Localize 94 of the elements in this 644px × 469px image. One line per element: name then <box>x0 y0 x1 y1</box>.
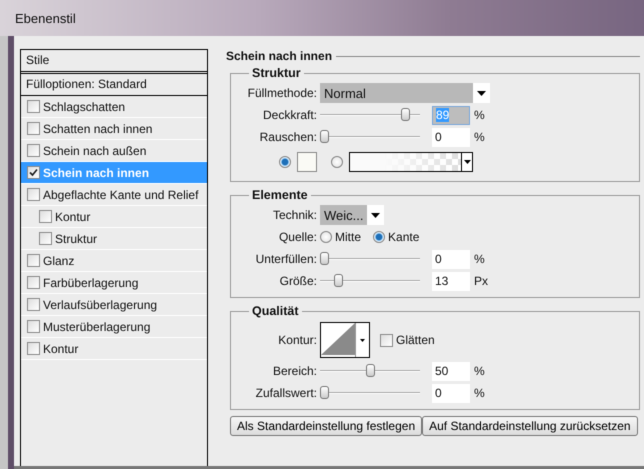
caret-icon <box>360 338 364 342</box>
field-label: Rauschen: <box>258 130 317 144</box>
checkbox[interactable] <box>27 122 40 135</box>
checkbox[interactable] <box>27 298 40 311</box>
group-title: Elemente <box>251 188 309 202</box>
dialog-button[interactable]: Auf Standardeinstellung zurücksetzen <box>422 416 638 436</box>
unit-label: % <box>474 252 485 266</box>
slider-thumb[interactable] <box>320 252 329 265</box>
field-value: 0 <box>435 130 442 144</box>
unit-label: % <box>474 386 485 400</box>
checkbox[interactable] <box>27 320 40 333</box>
technique-dropdown[interactable]: Weic... <box>320 205 384 225</box>
checkbox[interactable] <box>27 188 40 201</box>
radio-button[interactable] <box>331 156 343 168</box>
radio-button[interactable] <box>320 231 332 243</box>
number-field[interactable]: 0 <box>432 384 470 402</box>
contour-picker[interactable] <box>320 322 370 358</box>
group-title: Qualität <box>251 304 300 318</box>
style-list-item[interactable]: Struktur <box>21 228 207 250</box>
unit-label: Px <box>474 274 488 288</box>
field-label: Technik: <box>272 208 317 222</box>
checkbox[interactable] <box>39 232 52 245</box>
style-name: Farbüberlagerung <box>43 276 138 290</box>
style-list-item[interactable]: Glanz <box>21 250 207 272</box>
field-label: Zufallswert: <box>254 386 317 400</box>
list-header: Stile <box>21 50 207 74</box>
checkbox[interactable] <box>27 144 40 157</box>
field-label: Deckkraft: <box>262 108 317 122</box>
checkbox-label: Glätten <box>396 333 435 347</box>
checkbox[interactable] <box>27 342 40 355</box>
field-value: 89 <box>436 108 450 122</box>
field-value: 50 <box>435 364 448 378</box>
number-field[interactable]: 50 <box>432 362 470 380</box>
field-label: Kontur: <box>277 333 317 347</box>
number-field[interactable]: 0 <box>432 128 470 146</box>
style-list-item[interactable]: Kontur <box>21 338 207 360</box>
checkbox[interactable] <box>380 334 393 346</box>
field-label: Größe: <box>278 274 317 288</box>
style-name: Musterüberlagerung <box>43 320 150 334</box>
radio-label: Mitte <box>335 230 362 244</box>
style-list-item[interactable]: Musterüberlagerung <box>21 316 207 338</box>
checkbox[interactable] <box>27 100 40 113</box>
slider-thumb[interactable] <box>320 130 329 143</box>
slider-thumb[interactable] <box>366 364 374 377</box>
caret-icon <box>371 212 380 218</box>
radio-button[interactable] <box>279 156 291 168</box>
field-value: 0 <box>435 252 442 266</box>
slider-thumb[interactable] <box>320 386 329 399</box>
checkbox[interactable] <box>27 276 40 289</box>
field-label: Bereich: <box>272 364 317 378</box>
style-name: Kontur <box>55 210 90 224</box>
group-title: Struktur <box>251 66 302 80</box>
style-list-item[interactable]: Verlaufsüberlagerung <box>21 294 207 316</box>
style-list-item[interactable]: Kontur <box>21 206 207 228</box>
field-label: Quelle: <box>278 230 317 244</box>
style-list-item[interactable]: Schatten nach innen <box>21 118 207 140</box>
style-name: Schein nach innen <box>43 166 150 180</box>
section-title: Schein nach innen <box>225 49 332 63</box>
style-list-item[interactable]: Farbüberlagerung <box>21 272 207 294</box>
number-field[interactable]: 13 <box>432 272 470 290</box>
field-value: 0 <box>435 386 442 400</box>
window-title: Ebenenstil <box>15 10 76 26</box>
field-value: 13 <box>435 274 448 288</box>
radio-button[interactable] <box>373 231 386 243</box>
style-name: Schein nach außen <box>43 144 146 158</box>
style-name: Kontur <box>43 342 78 356</box>
field-label: Unterfüllen: <box>254 252 317 266</box>
style-name: Verlaufsüberlagerung <box>43 298 158 312</box>
slider-thumb[interactable] <box>334 274 343 287</box>
number-field[interactable]: 0 <box>432 250 470 268</box>
checkbox[interactable] <box>27 166 40 179</box>
color-swatch[interactable] <box>297 152 317 172</box>
checkbox[interactable] <box>39 210 52 223</box>
style-list-item[interactable]: Schlagschatten <box>21 96 207 118</box>
style-name: Glanz <box>43 254 74 268</box>
field-label: Füllmethode: <box>246 86 317 100</box>
style-list-item[interactable]: Abgeflachte Kante und Relief <box>21 184 207 206</box>
checkbox[interactable] <box>27 254 40 267</box>
style-name: Abgeflachte Kante und Relief <box>43 188 198 202</box>
radio-label: Kante <box>388 230 420 244</box>
caret-icon <box>464 160 470 164</box>
caret-icon <box>477 90 486 96</box>
style-name: Schlagschatten <box>43 100 126 114</box>
unit-label: % <box>474 108 485 122</box>
unit-label: % <box>474 130 485 144</box>
unit-label: % <box>474 364 485 378</box>
style-list-item[interactable]: Fülloptionen: Standard <box>21 74 207 96</box>
slider-thumb[interactable] <box>400 108 410 121</box>
style-name: Struktur <box>55 232 98 246</box>
dialog-button[interactable]: Als Standardeinstellung festlegen <box>230 416 422 436</box>
gradient-picker[interactable] <box>349 152 473 172</box>
blend-mode-dropdown[interactable]: Normal <box>320 83 490 103</box>
style-name: Schatten nach innen <box>43 122 152 136</box>
contour-curve-icon <box>321 323 355 355</box>
